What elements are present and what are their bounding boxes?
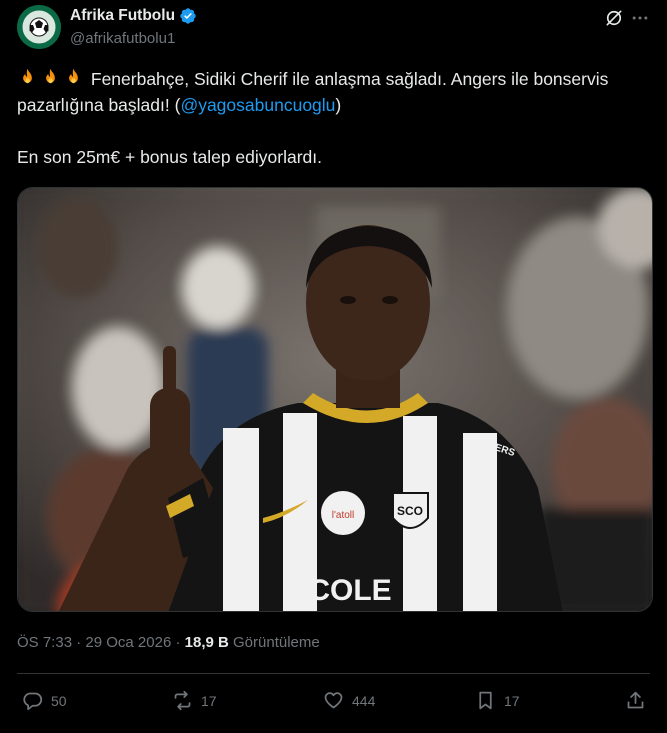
author-name-text[interactable]: Afrika Futbolu [70,7,175,25]
more-options-icon[interactable] [630,8,650,28]
tweet-text-close-paren: ) [335,95,342,115]
fire-emoji-icon [69,68,78,84]
tweet-paragraph-1: Fenerbahçe, Sidiki Cherif ile anlaşma sa… [17,66,637,118]
verified-badge-icon [180,8,196,24]
player-photo-icon: l'atoll SCO ANGERS ECOLE [18,188,652,611]
reply-icon [23,692,43,711]
fire-emoji-icon [23,68,32,84]
share-icon [627,691,644,709]
meta-separator: · [76,634,82,651]
reply-count: 50 [51,692,67,709]
tweet-time[interactable]: ÖS 7:33 [17,634,72,651]
mention-link[interactable]: @yagosabuncuoglu [180,95,335,115]
fire-emoji-icon [46,68,55,84]
tweet-photo[interactable]: l'atoll SCO ANGERS ECOLE [17,187,653,612]
grok-icon[interactable] [604,8,624,28]
tweet-meta: ÖS 7:33 · 29 Oca 2026 · 18,9 B Görüntüle… [17,634,320,651]
avatar[interactable] [17,5,61,49]
views-label: Görüntüleme [233,634,320,651]
meta-separator: · [175,634,181,651]
tweet-text: Fenerbahçe, Sidiki Cherif ile anlaşma sa… [17,66,637,170]
retweet-count: 17 [201,692,217,709]
retweet-button[interactable]: 17 [172,690,217,711]
reply-button[interactable]: 50 [22,690,67,711]
retweet-icon [174,690,191,711]
bookmark-count: 17 [504,692,520,709]
bookmark-icon [479,691,492,710]
author-name[interactable]: Afrika Futbolu [70,7,197,25]
like-count: 444 [352,692,376,709]
sponsor-logo-text: l'atoll [332,510,354,521]
author-handle[interactable]: @afrikafutbolu1 [70,30,175,47]
divider [17,673,650,674]
avatar-logo-icon [17,5,61,49]
bookmark-button[interactable]: 17 [475,690,520,711]
tweet-paragraph-2: En son 25m€ + bonus talep ediyorlardı. [17,147,322,167]
jersey-sponsor-text: ECOLE [288,574,391,607]
views-count[interactable]: 18,9 B [185,634,229,651]
like-button[interactable]: 444 [323,690,375,711]
tweet-card: Afrika Futbolu @afrikafutbolu1 Fenerbahç… [0,0,667,733]
tweet-date[interactable]: 29 Oca 2026 [85,634,171,651]
club-badge-text: SCO [397,504,423,518]
heart-icon [324,692,343,709]
share-button[interactable] [625,690,646,711]
